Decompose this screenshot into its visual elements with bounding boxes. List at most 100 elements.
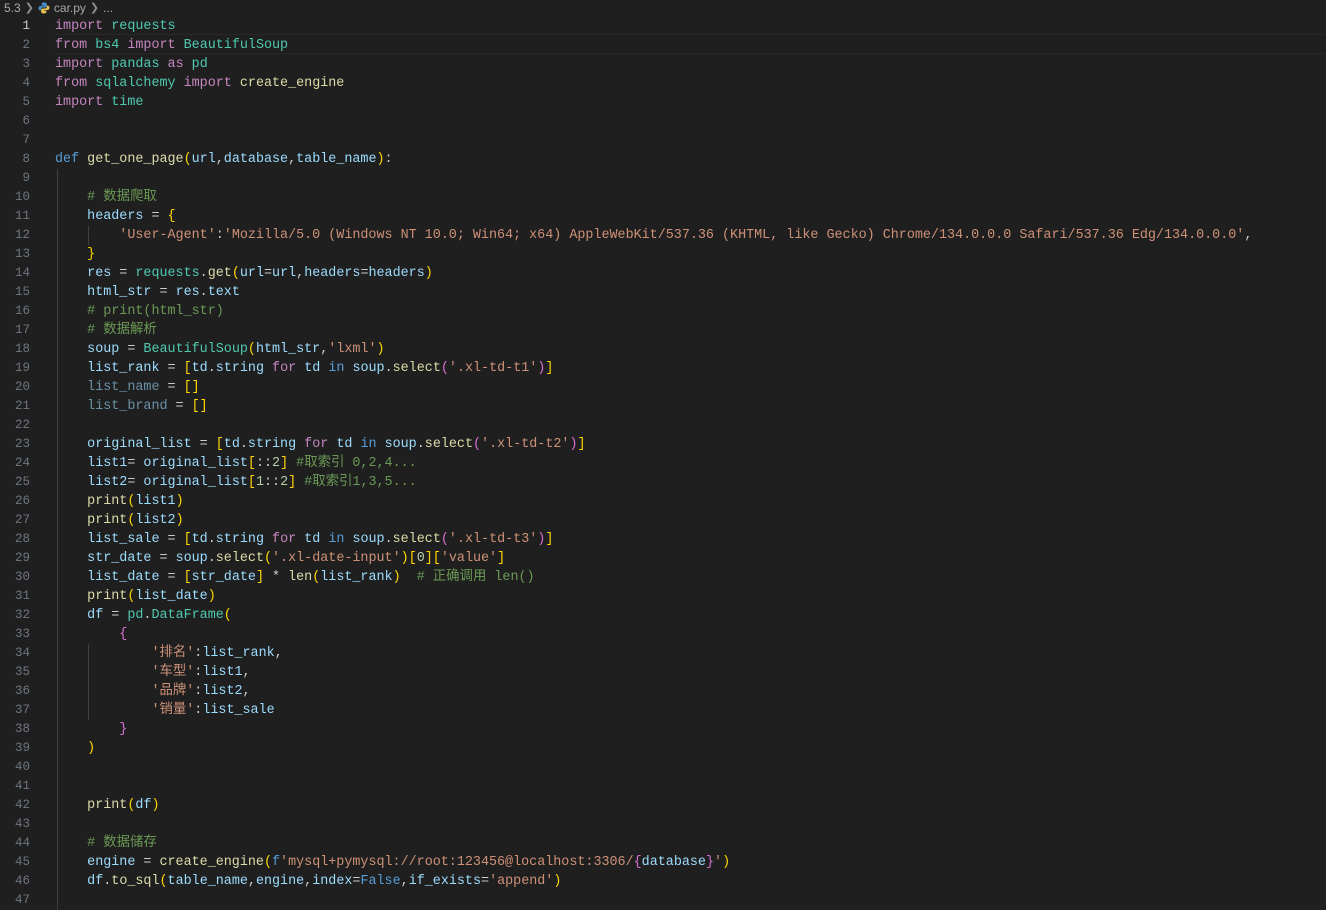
code-token: soup: [352, 361, 385, 376]
code-token: td: [191, 532, 208, 547]
code-token: string: [215, 361, 264, 376]
code-token: ): [376, 342, 385, 357]
code-token: }: [705, 855, 715, 870]
code-token: '.xl-td-t2': [481, 437, 570, 452]
code-line: 13 }: [0, 245, 1326, 264]
line-number: 6: [22, 114, 30, 128]
line-number: 18: [14, 342, 30, 356]
code-line: 8 def get_one_page(url,database,table_nam…: [0, 150, 1326, 169]
code-token: '车型': [151, 665, 195, 680]
code-token: pd: [127, 608, 144, 623]
code-token: td: [223, 437, 240, 452]
code-token: ]: [545, 361, 554, 376]
code-line: 36 '品牌':list2,: [0, 682, 1326, 701]
code-token: (: [159, 874, 168, 889]
code-token: list_date: [87, 570, 160, 585]
line-number: 16: [14, 304, 30, 318]
code-text: from sqlalchemy import create_engine: [55, 74, 344, 93]
code-token: .: [416, 437, 425, 452]
line-number: 23: [14, 437, 30, 451]
code-token: print: [87, 798, 128, 813]
code-token: =: [119, 342, 144, 357]
code-token: td: [191, 361, 208, 376]
code-token: string: [247, 437, 297, 452]
code-token: ): [87, 741, 96, 756]
code-text: res = requests.get(url=url,headers=heade…: [55, 264, 433, 283]
code-token: ': [714, 855, 723, 870]
code-token: ,: [296, 266, 305, 281]
code-token: ,: [400, 874, 409, 889]
code-text: ): [55, 739, 95, 758]
code-token: select: [392, 361, 441, 376]
code-text: }: [55, 720, 127, 739]
code-token: time: [111, 95, 144, 110]
breadcrumb-folder[interactable]: 5.3: [0, 0, 21, 16]
line-number: 8: [22, 152, 30, 166]
code-text: list_rank = [td.string for td in soup.se…: [55, 359, 553, 378]
code-token: print: [87, 589, 128, 604]
line-number: 45: [14, 855, 30, 869]
code-token: }: [87, 247, 96, 262]
line-number: 21: [14, 399, 30, 413]
code-token: table_name: [167, 874, 248, 889]
line-number: 26: [14, 494, 30, 508]
code-line: 39 ): [0, 739, 1326, 758]
code-token: =: [127, 456, 144, 471]
code-text: from bs4 import BeautifulSoup: [55, 36, 288, 55]
code-token: soup: [175, 551, 208, 566]
code-token: html_str: [255, 342, 321, 357]
line-number: 24: [14, 456, 30, 470]
code-line: 29 str_date = soup.select('.xl-date-inpu…: [0, 549, 1326, 568]
code-token: (: [263, 855, 272, 870]
code-editor[interactable]: 1 import requests 2 from bs4 import Beautif…: [0, 17, 1326, 910]
code-token: =: [111, 266, 136, 281]
breadcrumb-symbols[interactable]: ...: [103, 0, 113, 16]
code-line: 19 list_rank = [td.string for td in soup…: [0, 359, 1326, 378]
code-token: in: [328, 532, 345, 547]
code-token: BeautifulSoup: [143, 342, 248, 357]
code-text: engine = create_engine(f'mysql+pymysql:/…: [55, 853, 730, 872]
code-token: # 数据解析: [87, 323, 157, 338]
code-text: print(list2): [55, 511, 183, 530]
code-token: .: [207, 551, 216, 566]
code-line: 4 from sqlalchemy import create_engine: [0, 74, 1326, 93]
code-token: (: [440, 532, 449, 547]
code-token: '.xl-td-t3': [448, 532, 538, 547]
code-token: ,: [242, 665, 251, 680]
code-line: 23 original_list = [td.string for td in …: [0, 435, 1326, 454]
code-token: url: [191, 152, 216, 167]
code-token: index: [312, 874, 353, 889]
code-token: ): [175, 494, 184, 509]
code-line: 30 list_date = [str_date] * len(list_ran…: [0, 568, 1326, 587]
code-token: select: [392, 532, 441, 547]
code-token: (: [223, 608, 232, 623]
code-token: .: [384, 532, 393, 547]
code-token: html_str: [87, 285, 152, 300]
code-text: import time: [55, 93, 143, 112]
line-number: 34: [14, 646, 30, 660]
code-line: 14 res = requests.get(url=url,headers=he…: [0, 264, 1326, 283]
breadcrumb-file[interactable]: car.py: [38, 0, 86, 16]
code-token: import: [183, 76, 232, 91]
code-token: list_date: [135, 589, 208, 604]
code-line: 6: [0, 112, 1326, 131]
code-token: # 数据储存: [87, 836, 157, 851]
code-token: 'value': [440, 551, 498, 566]
code-token: soup: [87, 342, 120, 357]
code-line: 22: [0, 416, 1326, 435]
code-token: # 数据爬取: [87, 190, 157, 205]
code-token: pandas: [111, 57, 160, 72]
